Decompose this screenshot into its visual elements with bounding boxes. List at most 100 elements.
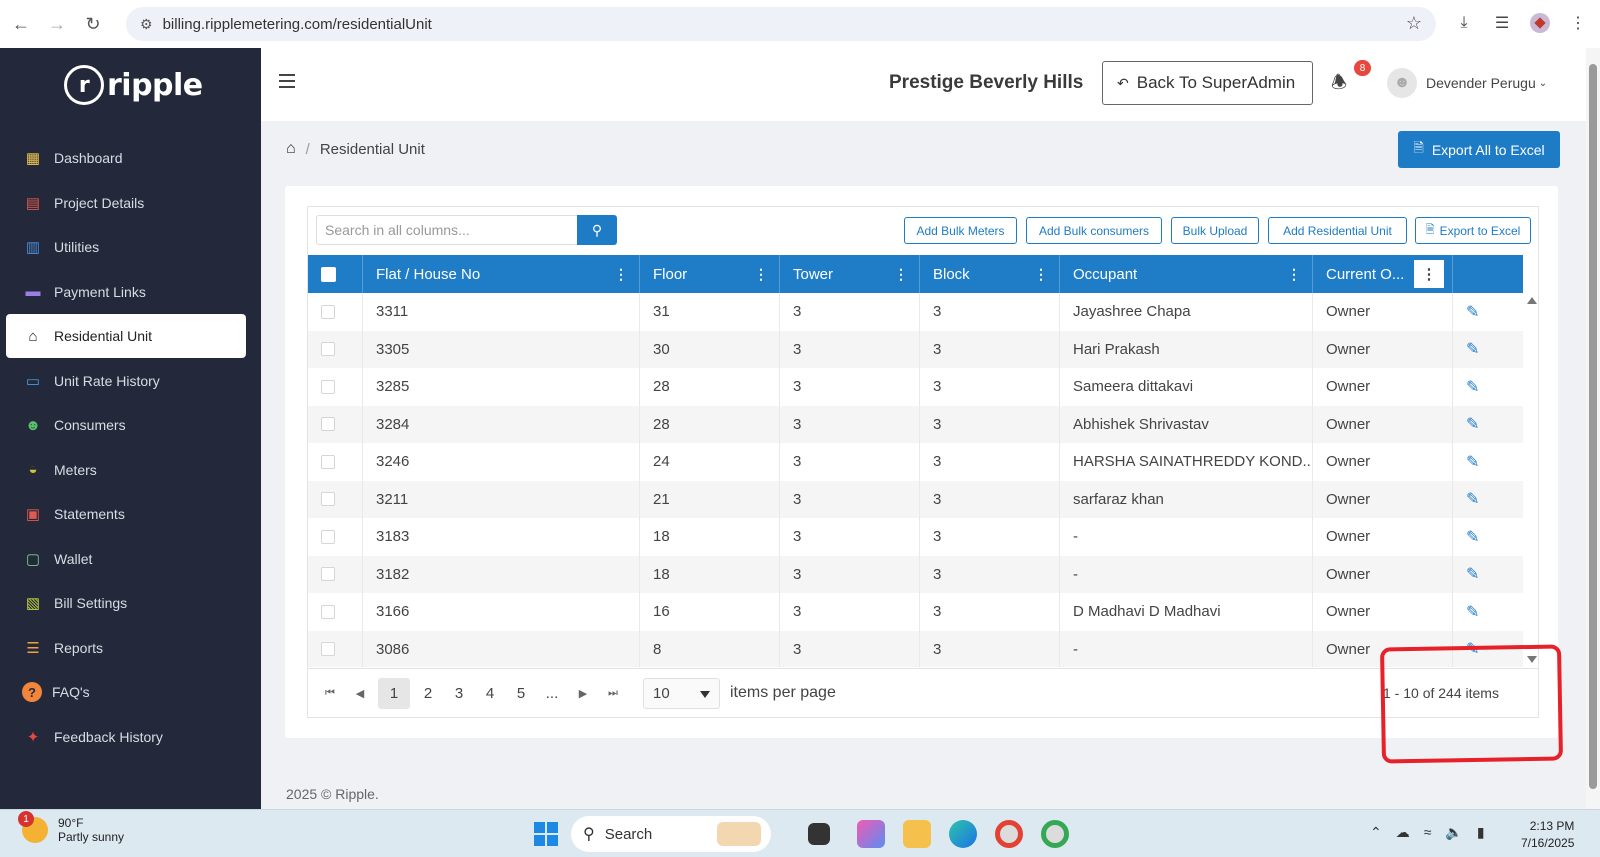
cloud-icon[interactable]: ☁ [1396, 824, 1410, 841]
sidebar-item-faq-s[interactable]: ? FAQ's [6, 670, 246, 714]
edit-icon[interactable]: ✎ [1466, 414, 1479, 434]
items-per-page-select[interactable]: 10 [643, 678, 720, 709]
bell-icon[interactable]: 🕭 [1331, 70, 1347, 100]
chrome-profile-icon[interactable] [1041, 820, 1069, 848]
add-bulk-meters-button[interactable]: Add Bulk Meters [904, 217, 1017, 244]
edit-icon[interactable]: ✎ [1466, 339, 1479, 359]
site-settings-icon[interactable]: ⚙ [140, 16, 153, 33]
address-bar[interactable]: ⚙ billing.ripplemetering.com/residential… [126, 7, 1436, 41]
edit-icon[interactable]: ✎ [1466, 452, 1479, 472]
page-1[interactable]: 1 [378, 678, 410, 709]
sidebar-item-project-details[interactable]: ▤ Project Details [6, 181, 246, 225]
column-header-flat[interactable]: Flat / House No ⋮ [363, 255, 640, 293]
next-page-icon[interactable]: ▶ [571, 678, 595, 709]
taskbar-search[interactable]: ⚲ Search [571, 816, 771, 852]
sidebar-item-wallet[interactable]: ▢ Wallet [6, 537, 246, 581]
select-all-checkbox[interactable] [321, 266, 336, 282]
row-checkbox[interactable] [321, 567, 335, 582]
windows-start-icon[interactable] [534, 822, 558, 846]
page-scrollbar[interactable] [1586, 48, 1600, 809]
row-checkbox[interactable] [321, 304, 335, 319]
sidebar-item-unit-rate-history[interactable]: ▭ Unit Rate History [6, 359, 246, 403]
scrollbar-thumb[interactable] [1589, 64, 1597, 789]
row-checkbox[interactable] [321, 417, 335, 432]
sidebar-item-residential-unit[interactable]: ⌂ Residential Unit [6, 314, 246, 358]
table-row[interactable]: 3086 8 3 3- Owner ✎ [308, 630, 1523, 667]
row-checkbox[interactable] [321, 379, 335, 394]
row-checkbox[interactable] [321, 604, 335, 619]
column-menu-icon[interactable]: ⋮ [754, 266, 768, 283]
edit-icon[interactable]: ✎ [1466, 527, 1479, 547]
column-menu-icon[interactable]: ⋮ [894, 266, 908, 283]
copilot-icon[interactable] [857, 820, 885, 848]
table-scrollbar[interactable] [1524, 293, 1538, 667]
back-to-superadmin-button[interactable]: ↶ Back To SuperAdmin [1102, 61, 1313, 105]
row-checkbox[interactable] [321, 529, 335, 544]
sidebar-item-payment-links[interactable]: ▬ Payment Links [6, 270, 246, 314]
hamburger-menu-icon[interactable] [279, 74, 295, 88]
volume-icon[interactable]: 🔈 [1445, 824, 1462, 841]
chevron-up-icon[interactable]: ⌃ [1370, 824, 1382, 841]
sidebar-item-meters[interactable]: ◒ Meters [6, 448, 246, 492]
back-arrow-icon[interactable]: ← [6, 9, 36, 39]
sidebar-item-consumers[interactable]: ☻ Consumers [6, 403, 246, 447]
column-menu-icon[interactable]: ⋮ [1414, 260, 1444, 288]
page-5[interactable]: 5 [509, 678, 533, 709]
download-icon[interactable]: ⤓ [1452, 8, 1476, 38]
bulk-upload-button[interactable]: Bulk Upload [1171, 217, 1259, 244]
page-4[interactable]: 4 [478, 678, 502, 709]
ripple-logo[interactable]: r ripple [64, 62, 203, 108]
prev-page-icon[interactable]: ◀ [348, 678, 372, 709]
row-checkbox[interactable] [321, 492, 335, 507]
battery-icon[interactable]: ▮ [1477, 824, 1485, 841]
user-menu[interactable]: ☻ Devender Perugu ⌄ [1387, 68, 1547, 98]
search-input[interactable]: Search in all columns... [316, 215, 584, 245]
page-2[interactable]: 2 [416, 678, 440, 709]
edit-icon[interactable]: ✎ [1466, 489, 1479, 509]
table-row[interactable]: 3246 24 3 3 HARSHA SAINATHREDDY KOND... Owner… [308, 443, 1523, 481]
edit-icon[interactable]: ✎ [1466, 377, 1479, 397]
home-icon[interactable]: ⌂ [286, 140, 296, 158]
bookmark-star-icon[interactable]: ☆ [1406, 13, 1422, 34]
first-page-icon[interactable]: ⏮ [318, 678, 342, 709]
column-menu-icon[interactable]: ⋮ [614, 266, 628, 283]
forward-arrow-icon[interactable]: → [42, 9, 72, 39]
last-page-icon[interactable]: ⏭ [601, 678, 625, 709]
page-more[interactable]: ... [540, 678, 564, 709]
column-header-tower[interactable]: Tower ⋮ [780, 255, 920, 293]
table-row[interactable]: 3183 18 3 3- Owner ✎ [308, 518, 1523, 556]
chrome-icon[interactable] [995, 820, 1023, 848]
add-bulk-consumers-button[interactable]: Add Bulk consumers [1026, 217, 1162, 244]
reload-icon[interactable]: ↻ [78, 9, 108, 39]
profile-avatar-icon[interactable] [1528, 8, 1552, 38]
table-row[interactable]: 3311 31 3 3 Jayashree Chapa Owner ✎ [308, 293, 1523, 331]
table-row[interactable]: 3211 21 3 3 sarfaraz khan Owner ✎ [308, 480, 1523, 518]
sidebar-item-utilities[interactable]: ▥ Utilities [6, 225, 246, 269]
row-checkbox[interactable] [321, 342, 335, 357]
column-header-occupant[interactable]: Occupant ⋮ [1060, 255, 1313, 293]
column-header-block[interactable]: Block ⋮ [920, 255, 1060, 293]
export-all-to-excel-button[interactable]: 🗎 Export All to Excel [1398, 131, 1560, 168]
edit-icon[interactable]: ✎ [1466, 302, 1479, 322]
sidebar-item-bill-settings[interactable]: ▧ Bill Settings [6, 581, 246, 625]
file-explorer-icon[interactable] [903, 820, 931, 848]
edit-icon[interactable]: ✎ [1466, 564, 1479, 584]
clock[interactable]: 2:13 PM 7/16/2025 [1521, 818, 1574, 852]
table-row[interactable]: 3182 18 3 3- Owner ✎ [308, 555, 1523, 593]
column-header-floor[interactable]: Floor ⋮ [640, 255, 780, 293]
table-row[interactable]: 3305 30 3 3 Hari Prakash Owner ✎ [308, 330, 1523, 368]
sidebar-item-feedback-history[interactable]: ✦ Feedback History [6, 715, 246, 759]
edge-icon[interactable] [949, 820, 977, 848]
add-residential-unit-button[interactable]: Add Residential Unit [1268, 217, 1407, 244]
sidebar-item-reports[interactable]: ☰ Reports [6, 626, 246, 670]
scroll-up-icon[interactable] [1527, 297, 1537, 304]
table-row[interactable]: 3285 28 3 3 Sameera dittakavi Owner ✎ [308, 368, 1523, 406]
column-menu-icon[interactable]: ⋮ [1034, 266, 1048, 283]
table-row[interactable]: 3166 16 3 3 D Madhavi D Madhavi Owner ✎ [308, 593, 1523, 631]
page-3[interactable]: 3 [447, 678, 471, 709]
media-control-icon[interactable]: ☰ [1490, 8, 1514, 38]
edit-icon[interactable]: ✎ [1466, 602, 1479, 622]
search-button[interactable]: ⚲ [577, 215, 617, 245]
wifi-icon[interactable]: ≈ [1424, 824, 1432, 841]
column-menu-icon[interactable]: ⋮ [1287, 266, 1301, 283]
